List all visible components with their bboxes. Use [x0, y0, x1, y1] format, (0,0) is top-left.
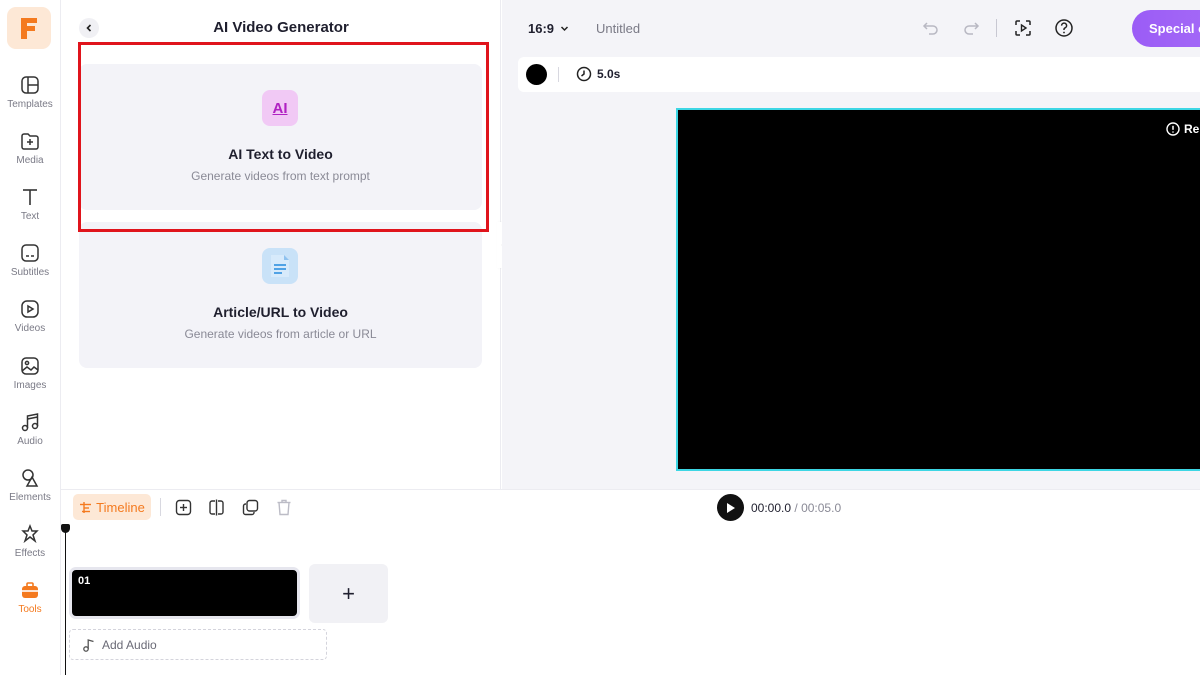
rail-item-tools[interactable]: Tools — [0, 577, 60, 627]
rail-label: Videos — [14, 323, 46, 334]
help-icon — [1055, 19, 1073, 37]
images-icon — [21, 357, 39, 375]
split-icon — [208, 499, 224, 515]
rail-label: Media — [16, 155, 44, 166]
playhead-line — [65, 526, 66, 675]
rail-item-text[interactable]: Text — [0, 184, 60, 234]
trash-icon — [277, 499, 291, 515]
card-title: Article/URL to Video — [213, 304, 348, 320]
rail-label: Effects — [14, 548, 46, 559]
canvas-notice-text: Re — [1184, 122, 1200, 136]
playhead-handle[interactable] — [61, 524, 70, 533]
add-clip-button[interactable]: + — [309, 564, 388, 623]
duplicate-button[interactable] — [239, 496, 261, 518]
add-box-icon — [175, 499, 191, 515]
card-subtitle: Generate videos from text prompt — [191, 169, 370, 183]
card-subtitle: Generate videos from article or URL — [184, 327, 377, 341]
undo-icon — [922, 22, 938, 35]
total-time: 00:05.0 — [801, 501, 842, 515]
rail-item-elements[interactable]: Elements — [0, 465, 60, 515]
text-icon — [23, 189, 37, 205]
card-title: AI Text to Video — [228, 146, 333, 162]
rail-item-images[interactable]: Images — [0, 353, 60, 403]
redo-button[interactable] — [960, 17, 982, 39]
timeline-button[interactable]: Timeline — [73, 494, 151, 520]
ai-generator-panel: AI Video Generator AI AI Text to Video G… — [61, 0, 501, 489]
media-icon — [21, 133, 39, 150]
article-url-to-video-card[interactable]: Article/URL to Video Generate videos fro… — [79, 222, 482, 368]
duration-value: 5.0s — [597, 67, 621, 81]
ai-text-icon: AI — [262, 90, 298, 126]
rail-label: Elements — [9, 492, 51, 503]
time-readout: 00:00.0 / 00:05.0 — [751, 501, 841, 515]
add-scene-button[interactable] — [172, 496, 194, 518]
play-icon — [727, 502, 735, 513]
document-title[interactable]: Untitled — [596, 21, 640, 36]
split-button[interactable] — [205, 496, 227, 518]
rail-label: Images — [13, 380, 47, 391]
music-note-icon — [83, 638, 94, 652]
settings-divider — [558, 67, 559, 82]
logo-icon — [21, 18, 37, 39]
rail-label: Templates — [7, 99, 53, 110]
delete-button[interactable] — [273, 496, 295, 518]
canvas-notice[interactable]: Re — [1166, 122, 1199, 136]
scene-duration[interactable]: 5.0s — [576, 66, 620, 82]
rail-item-audio[interactable]: Audio — [0, 409, 60, 459]
audio-icon — [21, 413, 39, 432]
timeline-panel: Timeline 00:00.0 / 00:05.0 01 + Add Audi… — [61, 489, 1200, 675]
play-button[interactable] — [717, 494, 744, 521]
elements-icon — [22, 469, 39, 487]
toolbar-divider — [996, 19, 997, 37]
undo-button[interactable] — [920, 17, 942, 39]
redo-icon — [964, 22, 980, 35]
help-button[interactable] — [1053, 17, 1075, 39]
tools-icon — [22, 582, 38, 598]
ai-icon-text: AI — [272, 99, 288, 117]
duplicate-icon — [242, 499, 258, 515]
aspect-ratio-value: 16:9 — [528, 21, 555, 36]
rail-label: Tools — [18, 604, 42, 615]
add-audio-button[interactable]: Add Audio — [69, 629, 327, 660]
preview-button[interactable] — [1012, 17, 1034, 39]
add-audio-label: Add Audio — [102, 637, 157, 652]
clip-number: 01 — [78, 575, 91, 587]
rail-item-templates[interactable]: Templates — [0, 72, 60, 122]
editor-topbar: 16:9 Untitled Special offer — [502, 0, 1200, 56]
effects-icon — [21, 523, 39, 544]
rail-item-videos[interactable]: Videos — [0, 296, 60, 346]
document-icon — [262, 248, 298, 284]
rail-label: Subtitles — [10, 267, 50, 278]
editor-area: 16:9 Untitled Special offer 5.0s Re — [502, 0, 1200, 489]
videos-icon — [21, 300, 39, 318]
timeline-label: Timeline — [96, 499, 145, 515]
chevron-down-icon — [561, 26, 569, 32]
app-logo[interactable] — [7, 7, 51, 49]
time-separator: / — [794, 501, 798, 515]
rail-item-subtitles[interactable]: Subtitles — [0, 240, 60, 290]
rail-item-effects[interactable]: Effects — [0, 521, 60, 571]
preview-icon — [1015, 20, 1031, 36]
info-icon — [1166, 122, 1180, 136]
scene-clip[interactable]: 01 — [69, 567, 300, 619]
rail-label: Audio — [17, 436, 43, 447]
video-canvas[interactable]: Re — [676, 108, 1200, 471]
scene-settings-bar: 5.0s — [518, 57, 1200, 92]
panel-title: AI Video Generator — [213, 19, 349, 36]
current-time: 00:00.0 — [751, 501, 792, 515]
ai-text-to-video-card[interactable]: AI AI Text to Video Generate videos from… — [79, 64, 482, 210]
rail-item-media[interactable]: Media — [0, 128, 60, 178]
clock-icon — [576, 66, 592, 82]
rail-label: Text — [20, 211, 40, 222]
special-offer-button[interactable]: Special offer — [1132, 10, 1200, 47]
timeline-divider — [160, 498, 161, 516]
left-rail: Templates Media Text Subtitles Videos Im… — [0, 0, 61, 675]
timeline-icon — [80, 501, 92, 513]
background-color-swatch[interactable] — [526, 64, 547, 85]
aspect-ratio-dropdown[interactable]: 16:9 — [528, 21, 569, 36]
subtitles-icon — [21, 244, 39, 262]
templates-icon — [21, 76, 39, 94]
